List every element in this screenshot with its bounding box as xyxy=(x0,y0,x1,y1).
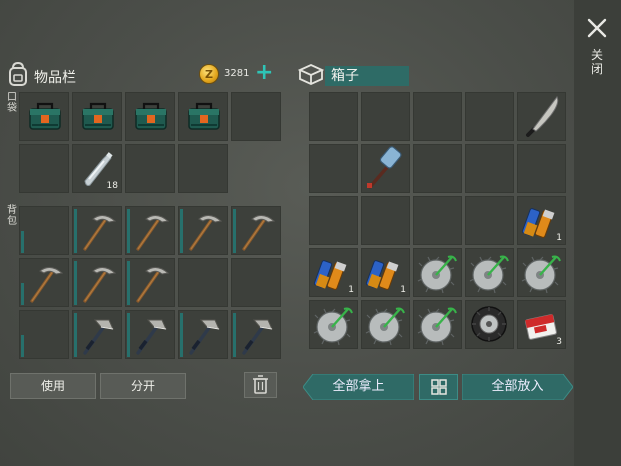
slot-pickaxe[interactable] xyxy=(231,206,281,255)
slot-pickaxe[interactable] xyxy=(125,258,175,307)
grid-sort-icon[interactable] xyxy=(419,374,458,400)
durability-bar xyxy=(74,209,77,253)
durability-bar xyxy=(74,313,77,357)
durability-bar xyxy=(127,313,130,357)
empty-slot[interactable] xyxy=(465,144,514,193)
box-grid: 1 1 1 3 xyxy=(309,92,566,349)
take-all-button[interactable]: 全部拿上 xyxy=(303,374,414,400)
slot-pickaxe[interactable] xyxy=(72,206,122,255)
slot-sledgehammer[interactable] xyxy=(361,144,410,193)
trash-icon[interactable] xyxy=(244,372,277,398)
box-title: 箱子 xyxy=(325,66,409,86)
backpack-label: 背包 xyxy=(7,205,17,227)
put-all-button[interactable]: 全部放入 xyxy=(462,374,573,400)
pocket-label: 口袋 xyxy=(7,92,17,114)
item-count: 3 xyxy=(556,337,562,347)
empty-slot[interactable] xyxy=(178,258,228,307)
slot-hatchet[interactable] xyxy=(125,310,175,359)
slot-saw-blade[interactable] xyxy=(361,300,410,349)
slot-saw-blade[interactable] xyxy=(413,300,462,349)
slot-cigarette-pack[interactable]: 3 xyxy=(517,300,566,349)
empty-slot[interactable] xyxy=(413,144,462,193)
item-count: 1 xyxy=(348,285,354,295)
durability-bar xyxy=(127,261,130,305)
empty-slot[interactable] xyxy=(413,196,462,245)
slot-pickaxe[interactable] xyxy=(19,258,69,307)
durability-bar xyxy=(21,335,24,357)
empty-slot[interactable] xyxy=(309,196,358,245)
durability-bar xyxy=(180,209,183,253)
slot-toolbox[interactable] xyxy=(19,92,69,141)
slot-hatchet[interactable] xyxy=(231,310,281,359)
durability-bar xyxy=(233,209,236,253)
item-count: 1 xyxy=(400,285,406,295)
backpack-grid xyxy=(19,206,281,359)
empty-slot[interactable] xyxy=(19,310,69,359)
empty-slot[interactable] xyxy=(413,92,462,141)
crate-icon xyxy=(298,64,324,85)
game-screen: 关闭 物品栏 Z 3281 + 箱子 口袋 背包 18 1 1 1 3 使用 分开 全… xyxy=(0,0,621,466)
slot-batteries[interactable]: 1 xyxy=(361,248,410,297)
slot-hatchet[interactable] xyxy=(72,310,122,359)
coin-icon: Z xyxy=(199,64,219,84)
slot-toolbox[interactable] xyxy=(125,92,175,141)
backpack-icon xyxy=(9,62,27,86)
use-button[interactable]: 使用 xyxy=(10,373,96,399)
empty-slot[interactable] xyxy=(178,144,228,193)
durability-bar xyxy=(127,209,130,253)
empty-slot[interactable] xyxy=(465,92,514,141)
slot-hatchet[interactable] xyxy=(178,310,228,359)
durability-bar xyxy=(180,313,183,357)
slot-pickaxe[interactable] xyxy=(178,206,228,255)
durability-bar xyxy=(21,283,24,305)
item-count: 18 xyxy=(106,181,118,191)
empty-slot[interactable] xyxy=(125,144,175,193)
slot-saw-blade[interactable] xyxy=(309,300,358,349)
slot-saw-blade[interactable] xyxy=(413,248,462,297)
close-label[interactable]: 关闭 xyxy=(589,48,605,76)
empty-slot[interactable] xyxy=(231,92,281,141)
slot-saw-blade[interactable] xyxy=(517,248,566,297)
slot-toolbox[interactable] xyxy=(72,92,122,141)
slot-saw-blade[interactable] xyxy=(465,248,514,297)
slot-pickaxe[interactable] xyxy=(72,258,122,307)
empty-slot[interactable] xyxy=(517,144,566,193)
pocket-grid: 18 xyxy=(19,92,281,193)
slot-toolbox[interactable] xyxy=(178,92,228,141)
empty-slot[interactable] xyxy=(309,144,358,193)
slot-tire[interactable] xyxy=(465,300,514,349)
empty-slot[interactable] xyxy=(19,206,69,255)
put-all-label: 全部放入 xyxy=(491,379,544,394)
item-count: 1 xyxy=(556,233,562,243)
slot-machete[interactable] xyxy=(517,92,566,141)
empty-slot[interactable] xyxy=(465,196,514,245)
slot-batteries[interactable]: 1 xyxy=(517,196,566,245)
empty-slot[interactable] xyxy=(231,258,281,307)
empty-slot[interactable] xyxy=(361,196,410,245)
durability-bar xyxy=(233,313,236,357)
durability-bar xyxy=(74,261,77,305)
slot-batteries[interactable]: 1 xyxy=(309,248,358,297)
slot-pickaxe[interactable] xyxy=(125,206,175,255)
split-button[interactable]: 分开 xyxy=(100,373,186,399)
plus-icon[interactable]: + xyxy=(255,62,273,84)
coin-count: 3281 xyxy=(224,68,250,79)
take-all-label: 全部拿上 xyxy=(332,379,385,394)
durability-bar xyxy=(21,231,24,253)
empty-slot[interactable] xyxy=(309,92,358,141)
empty-slot[interactable] xyxy=(361,92,410,141)
close-icon[interactable] xyxy=(585,16,609,40)
empty-slot[interactable] xyxy=(19,144,69,193)
inventory-title: 物品栏 xyxy=(34,70,76,86)
slot-water-bottle[interactable]: 18 xyxy=(72,144,122,193)
